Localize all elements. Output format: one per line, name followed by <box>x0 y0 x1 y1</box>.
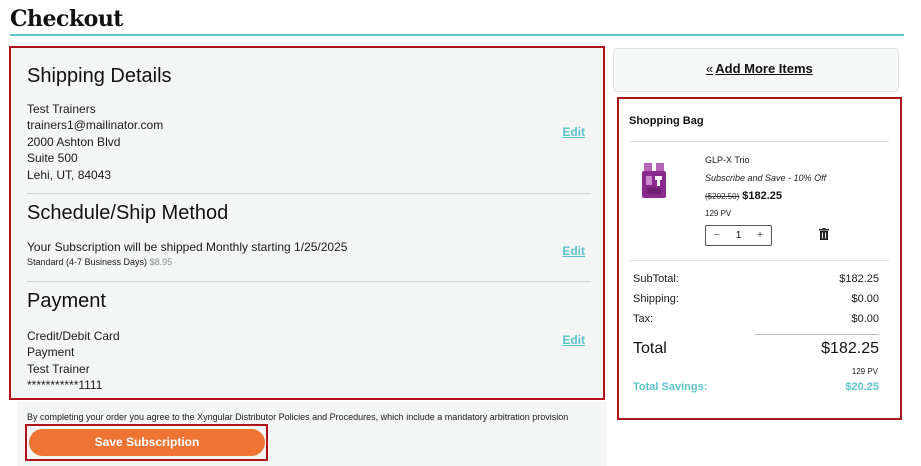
product-sale-price: $182.25 <box>742 190 783 202</box>
product-name: GLP-X Trio <box>705 155 750 165</box>
schedule-ship-method-title: Schedule/Ship Method <box>27 202 229 224</box>
add-more-items-link[interactable]: «Add More Items <box>706 61 813 76</box>
add-more-items-box: «Add More Items <box>613 48 899 92</box>
subtotal-row: SubTotal: $182.25 <box>633 273 879 285</box>
total-savings-row: Total Savings: $20.25 <box>633 381 879 393</box>
total-label: Total <box>633 340 667 357</box>
schedule-ship-method-section: Schedule/Ship Method Your Subscription w… <box>27 202 589 267</box>
shipping-details-section: Shipping Details Test Trainers trainers1… <box>27 65 589 183</box>
total-savings-label: Total Savings: <box>633 381 708 393</box>
add-more-items-label: Add More Items <box>715 61 813 76</box>
payment-title: Payment <box>27 290 106 312</box>
bag-divider <box>629 141 889 142</box>
product-plan: Subscribe and Save - 10% Off <box>705 173 827 183</box>
payment-type: Credit/Debit Card <box>27 329 120 343</box>
subtotal-label: SubTotal: <box>633 273 679 285</box>
agreement-text: By completing your order you agree to th… <box>27 412 569 422</box>
bag-divider <box>629 260 889 261</box>
ship-method-name: Standard (4-7 Business Days) <box>27 257 148 268</box>
subscription-schedule-text: Your Subscription will be shipped Monthl… <box>27 240 348 254</box>
section-divider <box>27 281 591 282</box>
shipping-address-line1: 2000 Ashton Blvd <box>27 134 121 149</box>
shipping-cost-value: $0.00 <box>851 293 879 305</box>
product-price: ($202.50) $182.25 <box>705 190 782 202</box>
payment-label: Payment <box>27 345 75 360</box>
section-divider <box>27 193 591 194</box>
schedule-edit-link[interactable]: Edit <box>562 244 585 258</box>
tax-row: Tax: $0.00 <box>633 313 879 325</box>
total-pv: 129 PV <box>851 367 878 376</box>
subtotal-value: $182.25 <box>839 273 879 285</box>
trash-icon[interactable] <box>819 228 829 240</box>
ship-method-price: $8.95 <box>149 257 173 268</box>
payment-section: Payment Credit/Debit Card Payment Test T… <box>27 290 589 394</box>
quantity-increase-button[interactable]: + <box>757 230 763 241</box>
total-savings-value: $20.25 <box>845 381 879 393</box>
quantity-stepper: − 1 + <box>705 225 772 246</box>
shipping-name: Test Trainers <box>27 102 96 116</box>
shopping-bag-panel: Shopping Bag GLP-X Trio Subscribe and Sa… <box>617 97 902 420</box>
title-divider <box>10 34 904 36</box>
shipping-edit-link[interactable]: Edit <box>562 125 585 139</box>
ship-method: Standard (4-7 Business Days) $8.95 <box>27 257 589 267</box>
shipping-city-state-zip: Lehi, UT, 84043 <box>27 167 112 182</box>
product-image <box>642 163 666 198</box>
double-chevron-left-icon: « <box>706 61 714 76</box>
shopping-bag-title: Shopping Bag <box>629 115 704 127</box>
total-row: Total $182.25 <box>633 340 879 358</box>
product-pv: 129 PV <box>705 209 732 218</box>
payment-holder: Test Trainer <box>27 361 90 376</box>
checkout-details-panel: Shipping Details Test Trainers trainers1… <box>9 46 605 400</box>
tax-label: Tax: <box>633 313 654 325</box>
tax-value: $0.00 <box>851 313 879 325</box>
total-divider <box>755 334 879 335</box>
save-subscription-frame: Save Subscription <box>25 424 268 461</box>
payment-edit-link[interactable]: Edit <box>562 333 585 347</box>
page-title: Checkout <box>10 6 123 32</box>
shipping-row: Shipping: $0.00 <box>633 293 879 305</box>
quantity-value[interactable]: 1 <box>736 230 742 241</box>
total-value: $182.25 <box>821 340 879 357</box>
shipping-cost-label: Shipping: <box>633 293 679 305</box>
shipping-details-title: Shipping Details <box>27 65 172 87</box>
save-subscription-button[interactable]: Save Subscription <box>29 429 265 456</box>
quantity-decrease-button[interactable]: − <box>714 230 720 241</box>
payment-card-number: ***********1111 <box>27 378 103 393</box>
shipping-address-line2: Suite 500 <box>27 151 78 166</box>
product-original-price: ($202.50) <box>705 192 740 201</box>
shipping-email: trainers1@mailinator.com <box>27 118 164 133</box>
